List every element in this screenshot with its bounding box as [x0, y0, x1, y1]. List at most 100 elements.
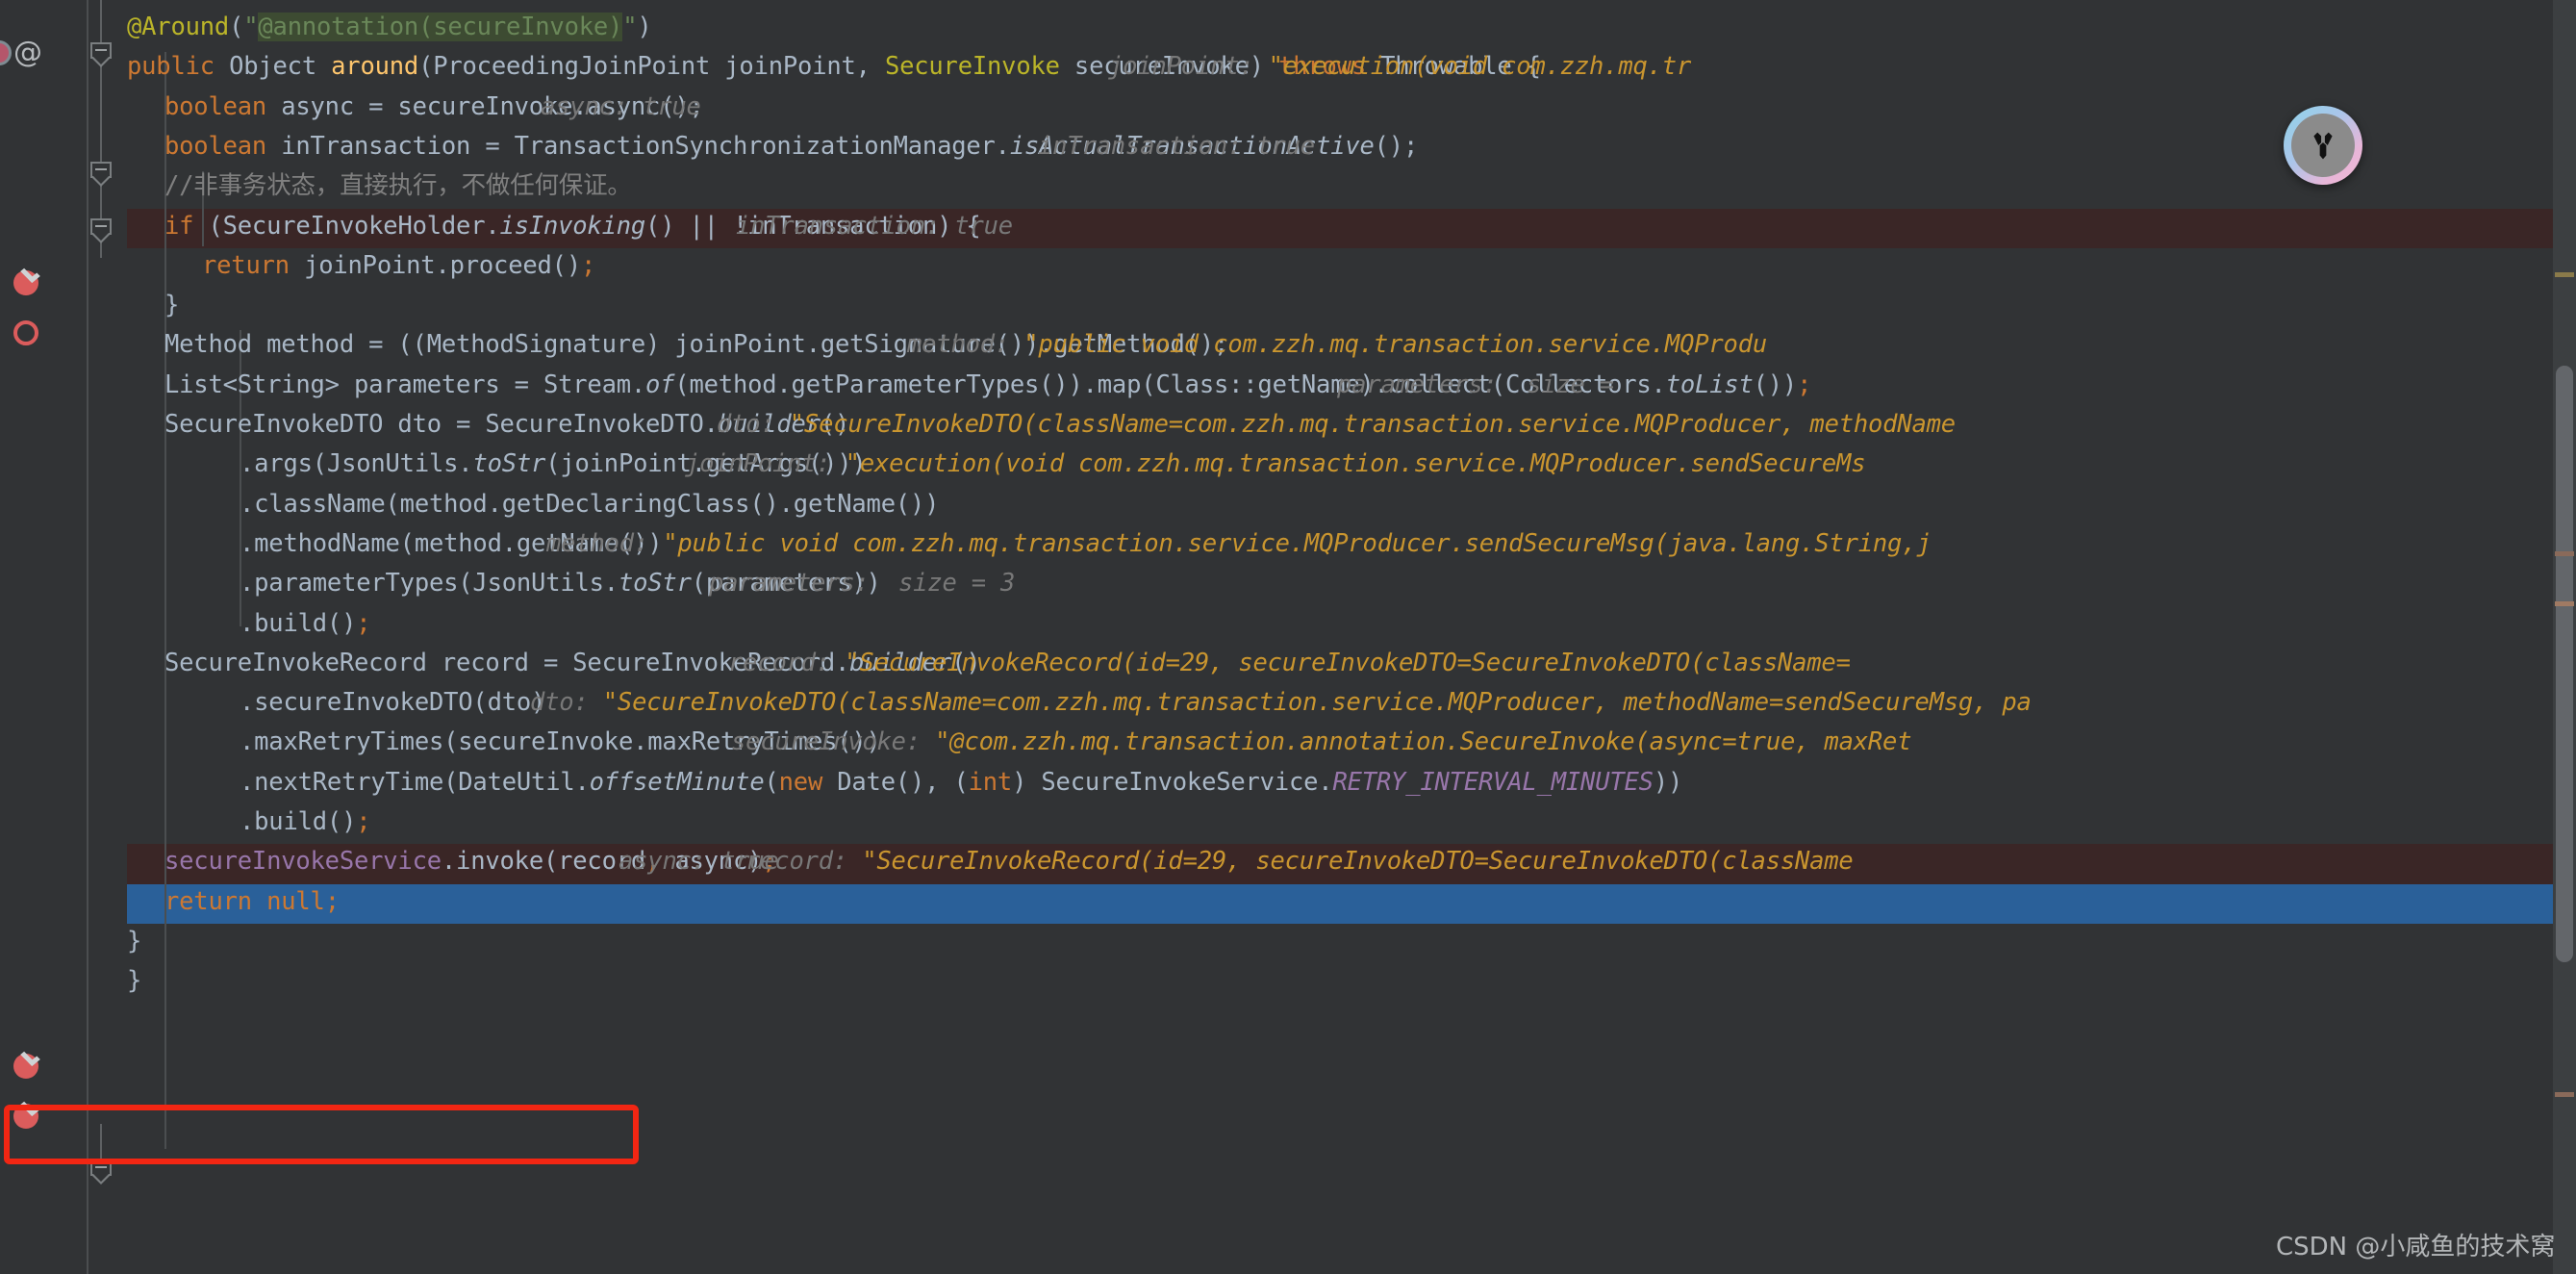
inline-hint-label: joinPoint:: [1108, 52, 1254, 82]
code-token: .nextRetryTime(DateUtil.: [240, 767, 590, 797]
code-token: .args(JsonUtils.: [240, 449, 473, 479]
inline-hint-value: "SecureInvokeRecord(id=29, secureInvokeD…: [847, 847, 1854, 877]
code-token: boolean: [164, 131, 282, 161]
code-token: ": [622, 13, 638, 41]
code-line[interactable]: if (SecureInvokeHolder.isInvoking() || !…: [0, 212, 2576, 251]
code-line[interactable]: .nextRetryTime(DateUtil.offsetMinute(new…: [0, 768, 2576, 807]
code-text-layer[interactable]: @Around("@annotation(secureInvoke)") publ…: [0, 0, 2576, 1274]
code-token: null: [266, 886, 325, 916]
annotation-gutter-icon[interactable]: @: [13, 38, 42, 67]
inline-hint-label: async:: [541, 91, 628, 121]
inline-debugger-hint[interactable]: async: true: [541, 92, 701, 121]
inline-debugger-hint[interactable]: record: "SecureInvokeRecord(id=29, secur…: [728, 649, 1851, 677]
code-token: toStr: [618, 569, 692, 599]
inline-hint-label: secureInvoke:: [731, 727, 921, 757]
inline-hint-label: dto:: [530, 688, 589, 718]
inline-hint-label: dto:: [717, 410, 775, 439]
inline-debugger-hint[interactable]: joinPoint: "execution(void com.zzh.mq.tr…: [685, 449, 1866, 479]
inline-debugger-hint[interactable]: record: "SecureInvokeRecord(id=29, secur…: [745, 847, 1854, 876]
inline-debugger-hint[interactable]: joinPoint: "execution(void com.zzh.mq.tr: [1108, 52, 1691, 81]
error-stripe-marker[interactable]: [2555, 1092, 2574, 1097]
code-line[interactable]: .className(method.getDeclaringClass().ge…: [0, 490, 2576, 529]
code-line[interactable]: SecureInvokeDTO dto = SecureInvokeDTO.bu…: [0, 410, 2576, 449]
code-token: //非事务状态，直接执行，不做任何保证。: [164, 171, 632, 201]
code-token: joinPoint.proceed(): [304, 250, 581, 280]
code-line[interactable]: .args(JsonUtils.toStr(joinPoint.getArgs(…: [0, 449, 2576, 489]
inline-hint-value: "execution(void com.zzh.mq.transaction.s…: [830, 449, 1866, 479]
floating-logo-badge[interactable]: [2284, 106, 2362, 185]
code-line[interactable]: @Around("@annotation(secureInvoke)"): [0, 13, 2576, 52]
code-token: public: [127, 52, 230, 82]
code-line[interactable]: boolean async = secureInvoke.async(); asy…: [0, 92, 2576, 132]
error-stripe-marker[interactable]: [2555, 272, 2574, 277]
inline-debugger-hint[interactable]: inTransaction: true: [1038, 132, 1315, 161]
code-line[interactable]: boolean inTransaction = TransactionSynch…: [0, 132, 2576, 171]
code-line[interactable]: }: [0, 927, 2576, 966]
code-token: ()): [1753, 369, 1798, 399]
code-line[interactable]: public Object around(ProceedingJoinPoint…: [0, 52, 2576, 91]
inline-debugger-hint[interactable]: parameters: size =: [1337, 370, 1614, 399]
breakpoint-icon-verified[interactable]: [13, 1098, 42, 1130]
code-token: int: [968, 767, 1013, 797]
code-line[interactable]: .build();: [0, 807, 2576, 847]
code-token: (: [764, 767, 779, 797]
code-line[interactable]: }: [0, 291, 2576, 330]
inline-debugger-hint[interactable]: dto: "SecureInvokeDTO(className=com.zzh.…: [717, 410, 1956, 439]
code-line[interactable]: .maxRetryTimes(secureInvoke.maxRetryTime…: [0, 727, 2576, 767]
code-line[interactable]: .secureInvokeDTO(dto) dto: "SecureInvokeD…: [0, 688, 2576, 727]
code-line[interactable]: secureInvokeService.invoke(record, async…: [0, 847, 2576, 886]
breakpoint-icon-verified[interactable]: [13, 265, 42, 296]
tri-blade-logo-icon: [2291, 114, 2355, 177]
code-line[interactable]: .build();: [0, 609, 2576, 649]
inline-hint-value: size =: [1497, 369, 1614, 399]
inline-hint-label: inTransaction:: [736, 211, 941, 241]
code-token: .build(): [240, 807, 357, 836]
code-token: .secureInvokeDTO(dto): [240, 688, 546, 718]
inline-debugger-hint[interactable]: inTransaction: true: [736, 212, 1013, 241]
code-line[interactable]: //非事务状态，直接执行，不做任何保证。: [0, 171, 2576, 211]
breakpoint-icon-unverified[interactable]: [13, 318, 42, 346]
code-line[interactable]: return joinPoint.proceed();: [0, 251, 2576, 291]
code-token: .parameterTypes(JsonUtils.: [240, 569, 619, 599]
breakpoint-icon-verified[interactable]: [13, 1048, 42, 1080]
code-line-text: return joinPoint.proceed();: [202, 251, 595, 280]
inline-debugger-hint[interactable]: method: "public void com.zzh.mq.transact…: [546, 529, 1932, 558]
code-token: ;: [356, 807, 371, 836]
inline-hint-value: "SecureInvokeDTO(className=com.zzh.mq.tr…: [774, 410, 1956, 439]
error-stripe-marker[interactable]: [2555, 551, 2574, 556]
code-token: SecureInvokeDTO dto = SecureInvokeDTO.: [164, 410, 719, 439]
code-token: ;: [356, 608, 371, 638]
code-token: ;: [580, 250, 596, 280]
fold-handle-if-end[interactable]: [90, 218, 112, 243]
scrollbar-thumb[interactable]: [2556, 366, 2573, 962]
inline-debugger-hint[interactable]: secureInvoke: "@com.zzh.mq.transaction.a…: [731, 727, 1912, 757]
code-token: @Around: [127, 13, 230, 41]
fold-handle-if[interactable]: [90, 162, 112, 187]
code-line[interactable]: SecureInvokeRecord record = SecureInvoke…: [0, 649, 2576, 688]
code-token: offsetMinute: [589, 767, 765, 797]
inline-hint-value: "SecureInvokeRecord(id=29, secureInvokeD…: [830, 648, 1851, 677]
code-token: }: [127, 966, 142, 996]
fold-handle-method[interactable]: [90, 42, 112, 67]
inline-debugger-hint[interactable]: parameters: size = 3: [709, 569, 1015, 598]
inline-debugger-hint[interactable]: dto: "SecureInvokeDTO(className=com.zzh.…: [530, 688, 2032, 717]
code-line[interactable]: }: [0, 966, 2576, 1006]
code-line-text: @Around("@annotation(secureInvoke)"): [127, 13, 652, 41]
code-token: inTransaction = TransactionSynchronizati…: [281, 131, 1010, 161]
gutter-separator: [87, 0, 88, 1274]
code-token: SecureInvoke: [884, 52, 1060, 82]
code-line[interactable]: .methodName(method.getName()) method: "pu…: [0, 529, 2576, 569]
code-line[interactable]: .parameterTypes(JsonUtils.toStr(paramete…: [0, 569, 2576, 608]
error-stripe-marker[interactable]: [2555, 601, 2574, 606]
code-line-text: .build();: [240, 608, 371, 638]
code-editor[interactable]: @ @Around("@annotation(secureInvoke)") pu…: [0, 0, 2576, 1274]
code-line[interactable]: Method method = ((MethodSignature) joinP…: [0, 330, 2576, 369]
code-token: boolean: [164, 91, 282, 121]
code-line[interactable]: return null;: [0, 887, 2576, 927]
code-token: Object: [229, 52, 332, 82]
fold-handle-method-end[interactable]: [90, 1159, 112, 1185]
code-line[interactable]: List<String> parameters = Stream.of(meth…: [0, 370, 2576, 410]
inline-debugger-hint[interactable]: method: "public void com.zzh.mq.transact…: [907, 330, 1767, 359]
code-token: toList: [1665, 369, 1754, 399]
code-token: return: [202, 250, 305, 280]
